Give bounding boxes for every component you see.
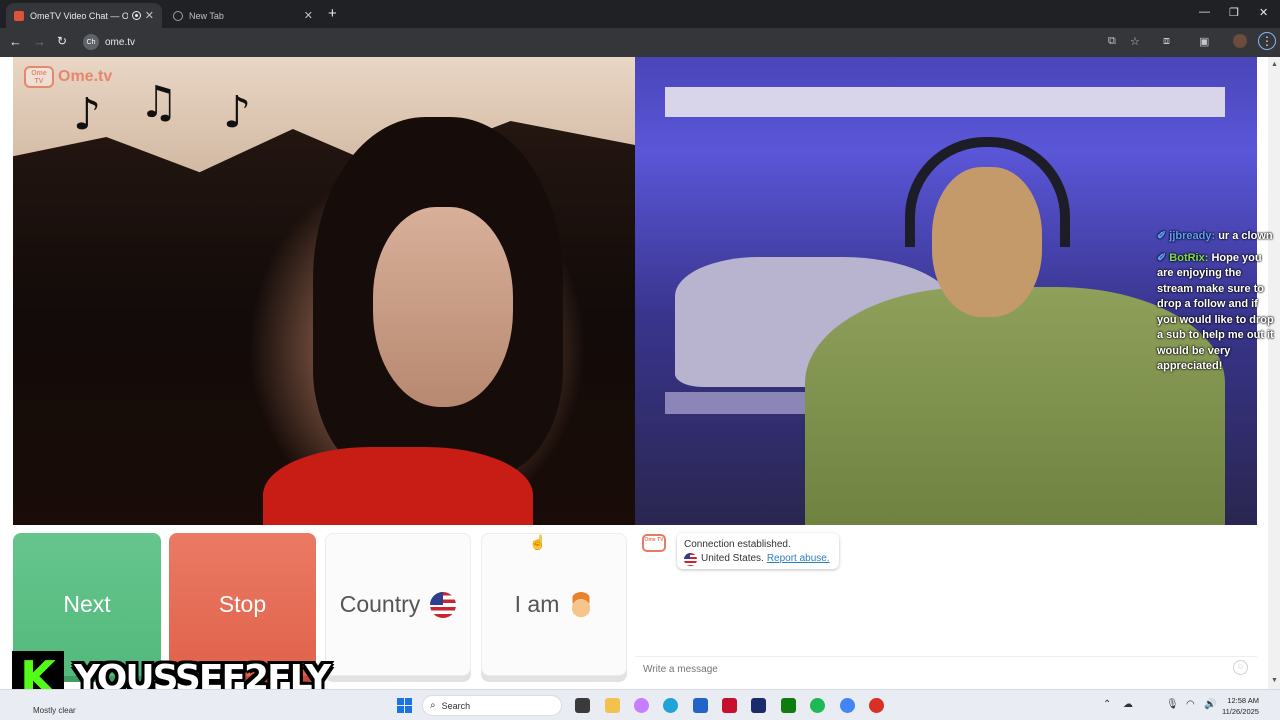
person-shirt [263, 447, 533, 525]
url-text[interactable]: ome.tv [105, 37, 135, 48]
ometv-watermark: Ome TV Ome.tv [24, 66, 112, 88]
report-abuse-link[interactable]: Report abuse. [767, 552, 830, 566]
ometv-tv-icon: Ome TV [24, 66, 54, 88]
show-hidden-icons[interactable]: ⌃ [1103, 699, 1111, 710]
us-flag-icon [684, 552, 697, 566]
stranger-location: United States. Report abuse. [684, 552, 832, 566]
clock-time: 12:58 AM [1227, 696, 1259, 705]
tab-title: OmeTV Video Chat — Ome [30, 10, 128, 21]
file-explorer-icon[interactable] [605, 698, 620, 713]
message-input[interactable] [635, 656, 1257, 681]
forward-icon[interactable]: → [33, 34, 46, 49]
country-button[interactable]: Country [325, 533, 471, 676]
stream-chat-message: ✐ BotRix: Hope you are enjoying the stre… [1157, 251, 1277, 375]
copilot-icon[interactable] [634, 698, 649, 713]
windows-taskbar: Mostly clear ⌕ Search ⌃ ☁ 🎙 ◠ 🔊 12:58 AM… [0, 689, 1280, 720]
country-label: Country [339, 591, 421, 617]
windows-start-icon[interactable] [397, 698, 412, 713]
boy-face-icon [569, 591, 594, 618]
stream-chat-message: ✐ jjbready: ur a clown [1157, 229, 1277, 245]
tab-title: New Tab [189, 10, 224, 21]
person-face [373, 207, 513, 407]
ometv-chat-icon: Ome TV [642, 534, 666, 552]
xbox-icon[interactable] [781, 698, 796, 713]
sidepanel-icon[interactable]: ▣ [1199, 35, 1209, 48]
bookmark-star-icon[interactable]: ☆ [1130, 35, 1140, 48]
stop-label: Stop [218, 591, 267, 617]
next-label: Next [63, 591, 111, 617]
taskbar-search[interactable]: ⌕ Search [422, 695, 562, 716]
tab-new-tab[interactable]: New Tab ✕ [165, 3, 321, 28]
gender-label: I am [514, 591, 560, 617]
gender-button[interactable]: I am [481, 533, 627, 676]
onedrive-icon[interactable]: ☁ [1123, 699, 1133, 710]
taskbar-clock[interactable]: 12:58 AM 11/26/2025 [1222, 695, 1259, 717]
chat-username: jjbready: [1169, 230, 1216, 242]
maximize-button[interactable]: ❐ [1229, 6, 1239, 19]
ometv-wordmark: Ome.tv [58, 68, 113, 85]
globe-icon [173, 10, 183, 21]
weather-widget[interactable]: Mostly clear [33, 706, 76, 715]
pin-icon: ✐ [1157, 230, 1167, 242]
profile-avatar[interactable] [1233, 34, 1247, 48]
chrome-icon[interactable] [840, 698, 855, 713]
system-message: Connection established. United States. R… [677, 533, 839, 569]
search-label: Search [441, 700, 471, 711]
scroll-up-icon[interactable]: ▲ [1271, 61, 1278, 68]
bunk-bed-rail [665, 87, 1225, 117]
emoji-icon[interactable]: ☺ [1233, 660, 1248, 675]
wifi-icon[interactable]: ◠ [1186, 699, 1195, 710]
mcafee-icon[interactable] [722, 698, 737, 713]
tab-ometv[interactable]: OmeTV Video Chat — Ome ✕ [6, 3, 162, 28]
stream-chat-overlay: ✐ jjbready: ur a clown ✐ BotRix: Hope yo… [1157, 229, 1277, 381]
reload-icon[interactable]: ↻ [57, 34, 67, 48]
chat-text: ur a clown [1215, 230, 1273, 242]
chat-username: BotRix: [1169, 251, 1209, 264]
stranger-video: ♪ ♫ ♪ [13, 57, 635, 525]
country-name: United States. [701, 553, 764, 564]
back-icon[interactable]: ← [9, 34, 22, 49]
clock-date: 11/26/2025 [1222, 707, 1259, 716]
pin-icon: ✐ [1157, 251, 1167, 264]
music-note-decor: ♫ [139, 77, 179, 128]
install-app-icon[interactable]: ⧉ [1108, 35, 1116, 48]
minimize-button[interactable]: — [1199, 6, 1210, 18]
mouse-cursor-icon: ☝ [529, 534, 547, 550]
volume-icon[interactable]: 🔊 [1204, 699, 1216, 710]
close-window-button[interactable]: ✕ [1259, 6, 1268, 19]
close-tab-icon[interactable]: ✕ [145, 9, 154, 22]
scroll-down-icon[interactable]: ▼ [1271, 677, 1278, 684]
extensions-icon[interactable]: ⧈ [1163, 35, 1170, 48]
task-view-icon[interactable] [575, 698, 590, 713]
headset [905, 137, 1070, 247]
connection-status: Connection established. [684, 539, 791, 550]
store-icon[interactable] [693, 698, 708, 713]
ometv-favicon [14, 10, 24, 21]
browser-toolbar: ← → ↻ Ch ome.tv ⧉ ☆ ⧈ ▣ [0, 28, 1280, 57]
close-tab-icon[interactable]: ✕ [304, 9, 313, 22]
chat-text: Hope you are enjoying the stream make su… [1157, 251, 1274, 373]
new-tab-button[interactable]: + [328, 5, 337, 22]
search-icon: ⌕ [430, 700, 436, 711]
obs-icon[interactable] [869, 698, 884, 713]
us-flag-icon [430, 591, 457, 618]
edge-icon[interactable] [663, 698, 678, 713]
address-bar[interactable]: Ch ome.tv [80, 31, 1090, 53]
l-app-icon[interactable] [751, 698, 766, 713]
recording-icon [131, 11, 141, 20]
microphone-icon[interactable]: 🎙 [1166, 699, 1179, 710]
music-note-decor: ♪ [73, 89, 102, 140]
browser-menu-icon[interactable]: ⋮ [1258, 32, 1276, 50]
tab-strip: OmeTV Video Chat — Ome ✕ New Tab ✕ + — ❐… [0, 0, 1280, 28]
music-note-decor: ♪ [223, 87, 252, 138]
site-info-icon[interactable]: Ch [83, 34, 99, 50]
spotify-icon[interactable] [810, 698, 825, 713]
